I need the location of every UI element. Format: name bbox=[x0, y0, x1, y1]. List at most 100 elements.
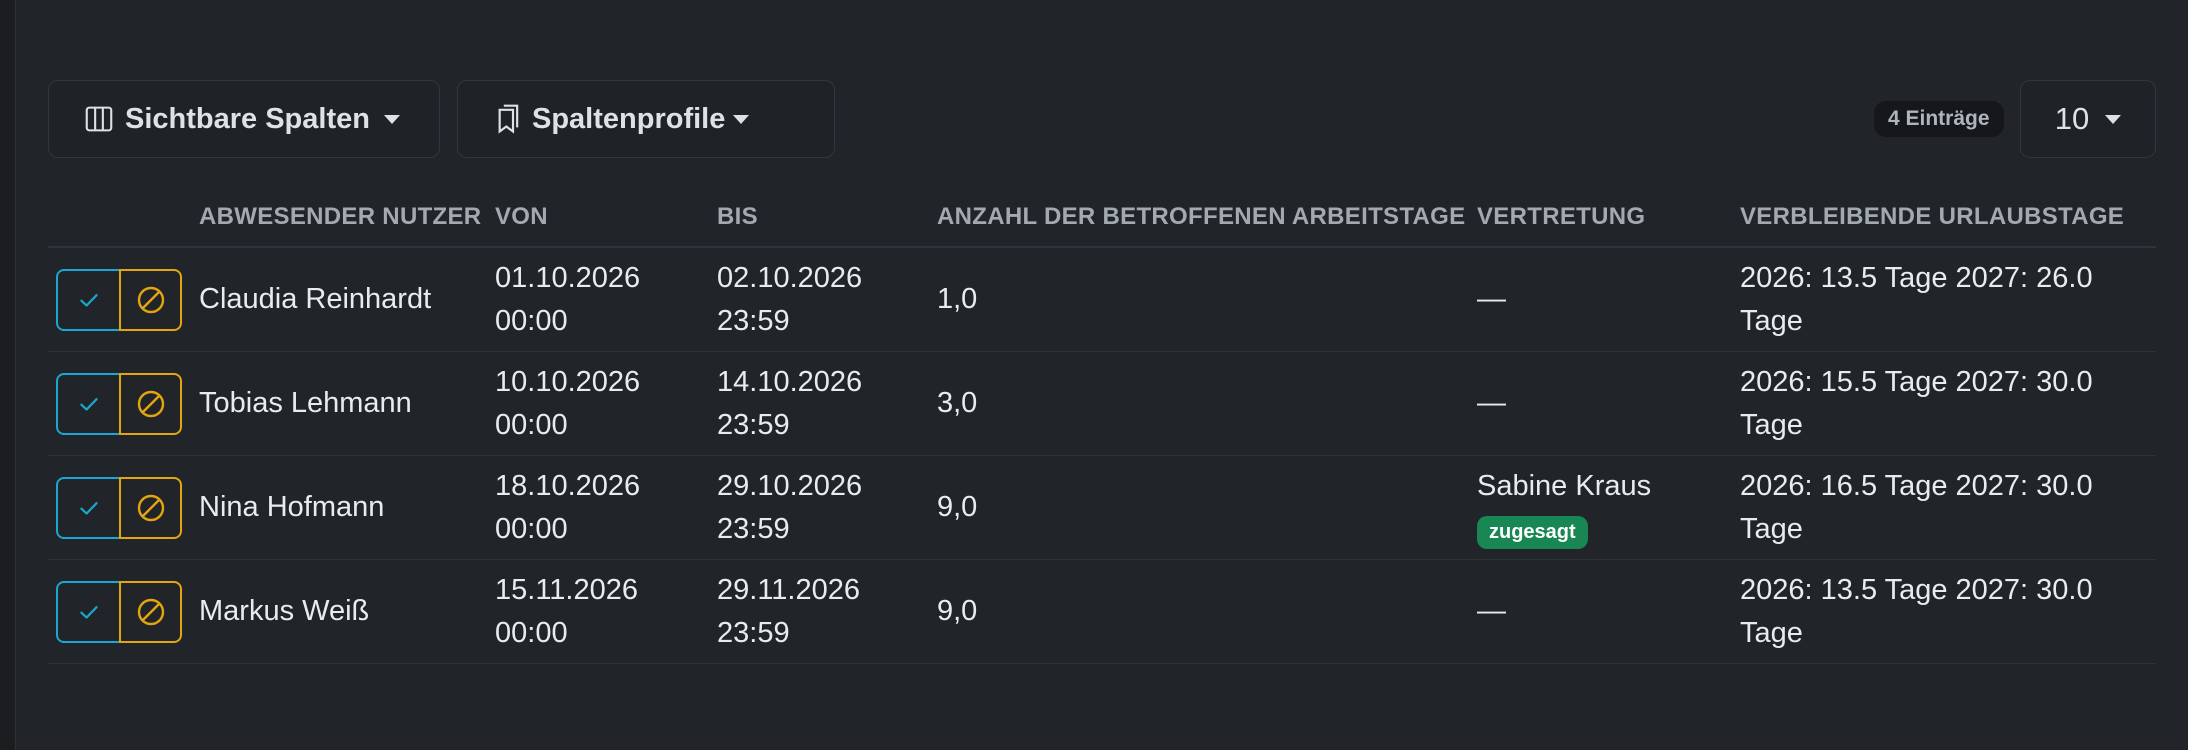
ban-icon bbox=[137, 494, 164, 522]
row-actions bbox=[56, 373, 182, 435]
cell-remaining: 2026: 13.5 Tage 2027: 26.0 Tage bbox=[1740, 257, 2093, 343]
entries-count-badge: 4 Einträge bbox=[1874, 101, 2004, 137]
to-date: 29.10.2026 bbox=[717, 470, 863, 502]
row-actions bbox=[56, 269, 182, 331]
substitute-name: — bbox=[1477, 595, 1506, 627]
row-actions bbox=[56, 477, 182, 539]
to-date: 02.10.2026 bbox=[717, 262, 863, 294]
cell-substitute: — bbox=[1477, 382, 1506, 425]
visible-columns-label: Sichtbare Spalten bbox=[125, 102, 370, 135]
table-row: Nina Hofmann 18.10.2026 00:00 29.10.2026… bbox=[48, 456, 2156, 560]
table-row: Tobias Lehmann 10.10.2026 00:00 14.10.20… bbox=[48, 352, 2156, 456]
absence-table: ABWESENDER NUTZER VON BIS ANZAHL DER BET… bbox=[48, 195, 2156, 664]
cell-to: 14.10.2026 23:59 bbox=[717, 361, 862, 447]
substitute-name: Sabine Kraus bbox=[1477, 470, 1652, 502]
remaining-days-line: 2026: 15.5 Tage 2027: 30.0 bbox=[1740, 366, 2093, 398]
cell-workdays: 9,0 bbox=[937, 491, 978, 523]
row-actions bbox=[56, 581, 182, 643]
from-time: 00:00 bbox=[495, 617, 568, 649]
cell-to: 02.10.2026 23:59 bbox=[717, 257, 862, 343]
header-workdays[interactable]: ANZAHL DER BETROFFENEN ARBEITSTAGE bbox=[937, 203, 1465, 231]
from-time: 00:00 bbox=[495, 409, 568, 441]
chevron-down-icon bbox=[2105, 114, 2122, 124]
from-date: 15.11.2026 bbox=[495, 574, 638, 606]
to-time: 23:59 bbox=[717, 617, 790, 649]
cell-from: 01.10.2026 00:00 bbox=[495, 257, 640, 343]
to-time: 23:59 bbox=[717, 513, 790, 545]
page-size-value: 10 bbox=[2054, 101, 2090, 136]
page-size-select[interactable]: 10 bbox=[2020, 80, 2156, 158]
columns-icon bbox=[85, 105, 113, 133]
approve-button[interactable] bbox=[56, 477, 119, 539]
remaining-days-unit: Tage bbox=[1740, 513, 1803, 545]
cell-user: Nina Hofmann bbox=[199, 491, 385, 523]
sidebar-edge bbox=[0, 0, 16, 750]
cell-from: 18.10.2026 00:00 bbox=[495, 465, 640, 551]
cell-remaining: 2026: 15.5 Tage 2027: 30.0 Tage bbox=[1740, 361, 2093, 447]
header-user[interactable]: ABWESENDER NUTZER bbox=[199, 203, 481, 231]
to-time: 23:59 bbox=[717, 409, 790, 441]
table-header: ABWESENDER NUTZER VON BIS ANZAHL DER BET… bbox=[48, 195, 2156, 248]
check-icon bbox=[79, 606, 98, 619]
check-icon bbox=[79, 398, 98, 411]
table-row: Markus Weiß 15.11.2026 00:00 29.11.2026 … bbox=[48, 560, 2156, 664]
to-time: 23:59 bbox=[717, 305, 790, 337]
header-substitute[interactable]: VERTRETUNG bbox=[1477, 203, 1645, 231]
cell-to: 29.11.2026 23:59 bbox=[717, 569, 860, 655]
table-toolbar: Sichtbare Spalten Spaltenprofile 4 Eintr… bbox=[48, 80, 2156, 158]
deny-button[interactable] bbox=[119, 269, 182, 331]
from-date: 01.10.2026 bbox=[495, 262, 641, 294]
cell-to: 29.10.2026 23:59 bbox=[717, 465, 862, 551]
status-badge: zugesagt bbox=[1477, 516, 1588, 549]
approve-button[interactable] bbox=[56, 269, 119, 331]
column-profiles-button[interactable]: Spaltenprofile bbox=[457, 80, 835, 158]
ban-icon bbox=[137, 598, 164, 626]
remaining-days-unit: Tage bbox=[1740, 409, 1803, 441]
substitute-name: — bbox=[1477, 283, 1506, 315]
chevron-down-icon bbox=[383, 114, 400, 124]
approve-button[interactable] bbox=[56, 581, 119, 643]
remaining-days-unit: Tage bbox=[1740, 617, 1803, 649]
header-from[interactable]: VON bbox=[495, 203, 548, 231]
remaining-days-line: 2026: 13.5 Tage 2027: 26.0 bbox=[1740, 262, 2093, 294]
cell-from: 15.11.2026 00:00 bbox=[495, 569, 638, 655]
substitute-name: — bbox=[1477, 387, 1506, 419]
cell-substitute: — bbox=[1477, 590, 1506, 633]
deny-button[interactable] bbox=[119, 373, 182, 435]
table-body: Claudia Reinhardt 01.10.2026 00:00 02.10… bbox=[48, 248, 2156, 664]
remaining-days-line: 2026: 16.5 Tage 2027: 30.0 bbox=[1740, 470, 2093, 502]
to-date: 14.10.2026 bbox=[717, 366, 863, 398]
remaining-days-line: 2026: 13.5 Tage 2027: 30.0 bbox=[1740, 574, 2093, 606]
cell-workdays: 3,0 bbox=[937, 387, 978, 419]
ban-icon bbox=[137, 390, 164, 418]
header-remaining[interactable]: VERBLEIBENDE URLAUBSTAGE bbox=[1740, 203, 2124, 231]
cell-user: Tobias Lehmann bbox=[199, 387, 412, 419]
cell-workdays: 1,0 bbox=[937, 283, 978, 315]
cell-substitute: Sabine Kraus zugesagt bbox=[1477, 465, 1651, 551]
deny-button[interactable] bbox=[119, 581, 182, 643]
cell-substitute: — bbox=[1477, 278, 1506, 321]
from-time: 00:00 bbox=[495, 305, 568, 337]
to-date: 29.11.2026 bbox=[717, 574, 860, 606]
cell-workdays: 9,0 bbox=[937, 595, 978, 627]
cell-user: Markus Weiß bbox=[199, 595, 370, 627]
cell-remaining: 2026: 16.5 Tage 2027: 30.0 Tage bbox=[1740, 465, 2093, 551]
chevron-down-icon bbox=[733, 114, 750, 124]
from-date: 18.10.2026 bbox=[495, 470, 641, 502]
visible-columns-button[interactable]: Sichtbare Spalten bbox=[48, 80, 440, 158]
cell-user: Claudia Reinhardt bbox=[199, 283, 432, 315]
check-icon bbox=[79, 502, 98, 515]
from-date: 10.10.2026 bbox=[495, 366, 641, 398]
from-time: 00:00 bbox=[495, 513, 568, 545]
approve-button[interactable] bbox=[56, 373, 119, 435]
header-to[interactable]: BIS bbox=[717, 203, 758, 231]
cell-remaining: 2026: 13.5 Tage 2027: 30.0 Tage bbox=[1740, 569, 2093, 655]
column-profiles-label: Spaltenprofile bbox=[532, 102, 726, 135]
bookmarks-icon bbox=[496, 104, 520, 134]
cell-from: 10.10.2026 00:00 bbox=[495, 361, 640, 447]
table-row: Claudia Reinhardt 01.10.2026 00:00 02.10… bbox=[48, 248, 2156, 352]
check-icon bbox=[79, 294, 98, 307]
deny-button[interactable] bbox=[119, 477, 182, 539]
remaining-days-unit: Tage bbox=[1740, 305, 1803, 337]
ban-icon bbox=[137, 286, 164, 314]
